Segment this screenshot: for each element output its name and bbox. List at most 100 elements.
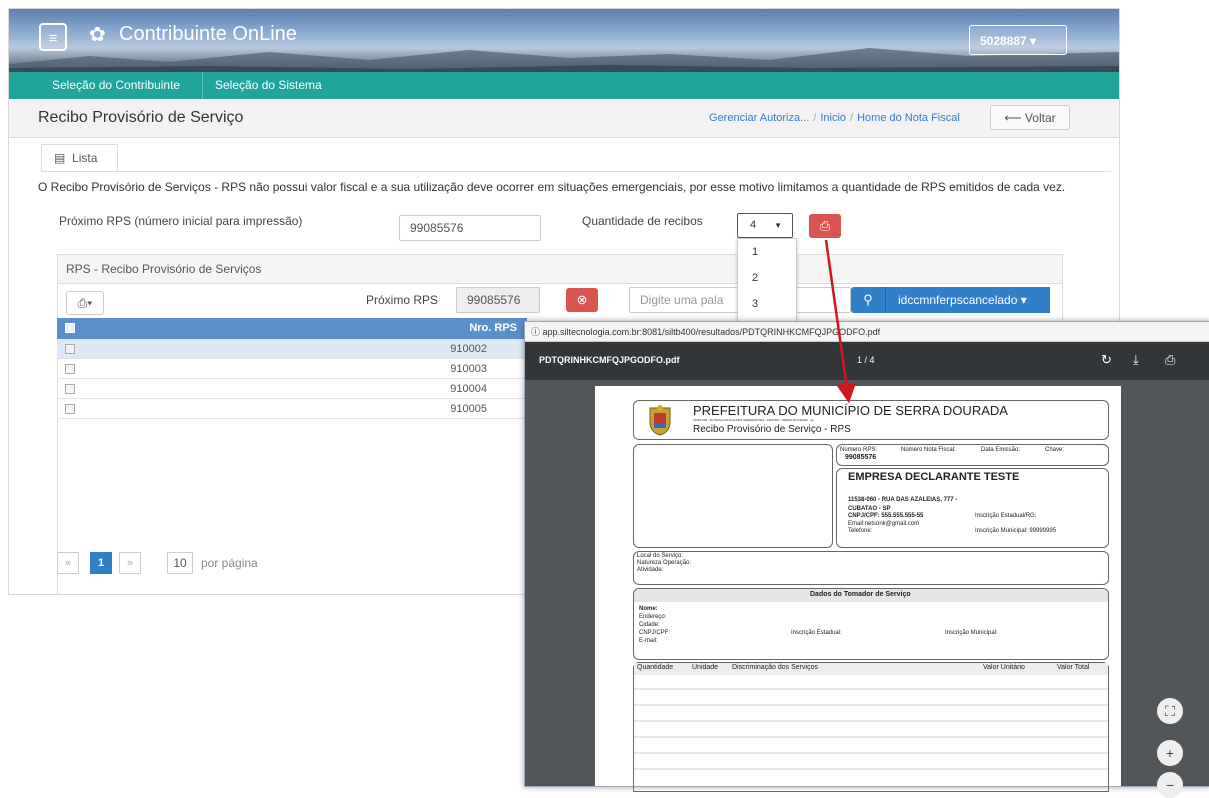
menu-button[interactable]: ≡ (39, 23, 67, 51)
list-icon: ▤ (54, 151, 66, 165)
fit-page-icon: ⛶ (1165, 703, 1175, 719)
row-checkbox[interactable] (65, 364, 75, 374)
pdf-page: PREFEITURA DO MUNICÍPIO DE SERRA DOURADA… (595, 386, 1121, 792)
caret-down-icon: ▼ (774, 221, 782, 230)
proximo-rps-input[interactable]: 99085576 (399, 215, 541, 241)
rps-panel-header: RPS - Recibo Provisório de Serviços (58, 255, 1062, 284)
pager-first[interactable]: « (57, 552, 79, 574)
quantidade-options: 1 2 3 (737, 238, 797, 330)
proximo-rps-filter-input[interactable]: 99085576 (456, 287, 540, 313)
print-menu-button[interactable]: ⎙▾ (66, 291, 104, 315)
pdf-toolbar: PDTQRINHKCMFQJPGODFO.pdf 1 / 4 ↻ ⤓ ⎙ (525, 342, 1209, 380)
rotate-icon[interactable]: ↻ (1101, 352, 1112, 368)
quantidade-option-1[interactable]: 1 (738, 239, 796, 265)
pdf-chave-label: Chave: (1045, 447, 1065, 453)
table-row[interactable]: 910004 (57, 379, 527, 399)
page-header: Recibo Provisório de Serviço Gerenciar A… (9, 99, 1119, 138)
nav-selecao-sistema[interactable]: Seleção do Sistema (215, 78, 322, 92)
breadcrumb: Gerenciar Autoriza... / Inicio / Home do Not… (709, 112, 960, 124)
fit-page-button[interactable]: ⛶ (1157, 698, 1183, 724)
download-icon[interactable]: ⤓ (1133, 352, 1139, 368)
arrow-left-icon: ⟵ (1004, 111, 1022, 125)
rps-panel-title: RPS - Recibo Provisório de Serviços (66, 262, 262, 276)
search-button[interactable]: ⚲ (851, 287, 885, 313)
pdf-doc-title: Recibo Provisório de Serviço - RPS (693, 424, 851, 435)
pdf-numero-rps-value: 99085576 (845, 454, 877, 461)
table-row[interactable]: 910003 (57, 359, 527, 379)
pdf-insc-estadual: Inscrição Estadual/RG: (975, 513, 1037, 519)
per-page-label: por página (201, 556, 258, 570)
breadcrumb-home-nota-fiscal[interactable]: Home do Nota Fiscal (857, 112, 960, 124)
pdf-servicos-lines (634, 688, 1108, 770)
zoom-out-icon: − (1165, 777, 1175, 793)
quantidade-select[interactable]: 4 ▼ (737, 213, 793, 238)
pdf-insc-municipal: Inscrição Municipal: 99999995 (975, 528, 1057, 534)
skyline-decoration (9, 48, 1119, 72)
pdf-empresa-name: EMPRESA DECLARANTE TESTE (848, 471, 1020, 483)
pdf-atividade: Atividade: (637, 567, 664, 573)
row-checkbox[interactable] (65, 344, 75, 354)
app-title: Contribuinte OnLine (119, 23, 297, 45)
quantidade-value: 4 (750, 219, 757, 231)
quantidade-label: Quantidade de recibos (582, 214, 703, 228)
zoom-in-button[interactable]: + (1157, 740, 1183, 766)
url-bar[interactable]: ⓘ app.siltecnologia.com.br:8081/siltb400… (525, 322, 1209, 342)
pdf-tomador-title: Dados do Tomador de Serviço (810, 591, 911, 598)
rps-notice: O Recibo Provisório de Serviços - RPS nã… (38, 180, 1066, 194)
breadcrumb-separator: / (813, 112, 817, 124)
pdf-canvas: PREFEITURA DO MUNICÍPIO DE SERRA DOURADA… (525, 380, 1209, 798)
pdf-col-quantidade: Quantidade (637, 664, 674, 671)
breadcrumb-separator: / (850, 112, 854, 124)
pdf-col-discriminacao: Discriminação dos Serviços (732, 664, 818, 671)
pdf-tomador-nome: Nome: (639, 606, 658, 612)
tab-divider (41, 171, 1111, 172)
print-icon[interactable]: ⎙ (1165, 352, 1175, 368)
pdf-header-title: PREFEITURA DO MUNICÍPIO DE SERRA DOURADA (693, 403, 1008, 418)
row-checkbox[interactable] (65, 404, 75, 414)
url-text: app.siltecnologia.com.br:8081/siltb400/r… (542, 327, 881, 337)
per-page-select[interactable]: 10 (167, 552, 193, 574)
pager-next[interactable]: » (119, 552, 141, 574)
pdf-empresa-cnpj: CNPJ/CPF: 555.555.555-55 (848, 513, 924, 519)
pdf-local-box (633, 551, 1109, 585)
search-icon: ⚲ (863, 292, 873, 307)
pdf-tomador-estadual: Inscrição Estadual: (791, 630, 842, 636)
pdf-tomador-email: E-mail: (639, 638, 658, 644)
filter-dropdown[interactable]: idccmnferpscancelado ▾ (885, 287, 1050, 313)
table-row[interactable]: 910002 (57, 339, 527, 359)
tab-lista-label: Lista (72, 151, 98, 165)
pdf-viewer-window: ⓘ app.siltecnologia.com.br:8081/siltb400… (524, 321, 1209, 798)
breadcrumb-gerenciar[interactable]: Gerenciar Autoriza... (709, 112, 809, 124)
pdf-tomador-endereco: Endereço: (639, 614, 667, 620)
gear-icon: ✿ (89, 24, 106, 46)
table-row[interactable]: 910005 (57, 399, 527, 419)
column-nro-rps[interactable]: Nro. RPS (469, 322, 517, 334)
pdf-empresa-cidade: CUBATAO - SP (848, 506, 891, 512)
info-icon: ⓘ (531, 327, 541, 337)
cancel-button[interactable]: ⊗ (566, 288, 598, 312)
top-banner: ≡ ✿ Contribuinte OnLine 5028887 ▾ (9, 9, 1119, 72)
user-dropdown-button[interactable]: 5028887 ▾ (969, 25, 1067, 55)
row-checkbox[interactable] (65, 384, 75, 394)
cancel-icon: ⊗ (576, 292, 588, 307)
quantidade-option-2[interactable]: 2 (738, 265, 796, 291)
menu-icon: ≡ (48, 30, 58, 47)
pdf-empresa-email: Email:netsonk@gmail.com (848, 521, 920, 527)
print-icon: ⎙ (819, 218, 831, 233)
print-icon: ⎙▾ (77, 296, 93, 310)
page-title: Recibo Provisório de Serviço (38, 109, 244, 126)
select-all-checkbox[interactable] (65, 323, 75, 333)
zoom-in-icon: + (1165, 745, 1175, 761)
back-button[interactable]: ⟵ Voltar (990, 105, 1070, 130)
proximo-rps-label: Próximo RPS (número inicial para impress… (59, 214, 303, 228)
nav-selecao-contribuinte[interactable]: Seleção do Contribuinte (52, 78, 180, 92)
print-rps-button[interactable]: ⎙ (809, 214, 841, 238)
quantidade-option-3[interactable]: 3 (738, 291, 796, 317)
row-nro-rps: 910005 (450, 403, 487, 415)
tab-lista[interactable]: ▤ Lista (41, 144, 118, 171)
pager-page-1[interactable]: 1 (90, 552, 112, 574)
zoom-out-button[interactable]: − (1157, 772, 1183, 798)
pdf-numero-rps-label: Número RPS: (840, 447, 878, 453)
pdf-nota-label: Número Nota Fiscal: (901, 447, 956, 453)
breadcrumb-inicio[interactable]: Inicio (820, 112, 846, 124)
